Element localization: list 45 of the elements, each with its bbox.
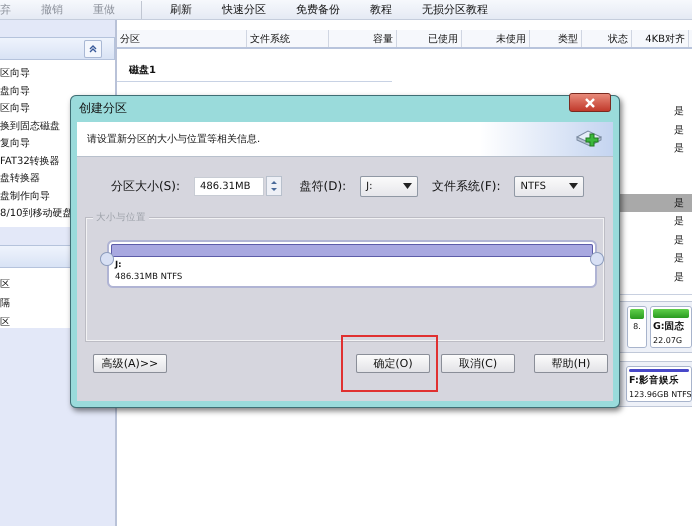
resize-handle[interactable] bbox=[100, 252, 114, 266]
file-system-dropdown[interactable]: NTFS bbox=[514, 176, 584, 196]
sidebar-item[interactable]: 区向导 bbox=[0, 67, 115, 81]
group-label: 大小与位置 bbox=[93, 211, 149, 224]
table-cell-text: 是 bbox=[674, 234, 684, 247]
column-header[interactable]: 类型 bbox=[530, 30, 582, 47]
collapse-button[interactable] bbox=[84, 40, 102, 58]
partition-block[interactable]: F:影音娱乐 123.96GB NTFS bbox=[626, 366, 692, 402]
dialog-button[interactable]: 高级(A)>> bbox=[93, 354, 167, 373]
dialog-button[interactable]: 确定(O) bbox=[356, 354, 430, 373]
partition-detail: 486.31MB NTFS bbox=[115, 272, 184, 282]
dialog-button[interactable]: 取消(C) bbox=[441, 354, 515, 373]
column-header[interactable]: 容量 bbox=[329, 30, 397, 47]
close-button[interactable] bbox=[569, 93, 611, 112]
drive-letter-label: 盘符(D): bbox=[300, 178, 346, 194]
dropdown-arrow-icon bbox=[569, 183, 578, 189]
toolbar-button[interactable]: 免费备份 bbox=[296, 2, 340, 17]
partition-block[interactable]: 8. bbox=[627, 306, 647, 348]
column-header[interactable]: 已使用 bbox=[397, 30, 462, 47]
column-header[interactable]: 未使用 bbox=[462, 30, 530, 47]
table-cell-text: 是 bbox=[674, 196, 684, 210]
column-header[interactable]: 4KB对齐 bbox=[632, 30, 689, 47]
dialog-button[interactable]: 帮助(H) bbox=[534, 354, 608, 373]
column-header[interactable]: 状态 bbox=[582, 30, 632, 47]
sidebar-item[interactable]: 盘向导 bbox=[0, 84, 115, 98]
size-field[interactable]: 486.31MB bbox=[194, 176, 264, 196]
drive-letter-dropdown[interactable]: J: bbox=[360, 176, 418, 196]
toolbar-button[interactable]: 刷新 bbox=[170, 2, 192, 17]
column-header[interactable]: 分区 bbox=[117, 30, 247, 47]
size-label: 分区大小(S): bbox=[111, 178, 180, 194]
disk-label: 磁盘1 bbox=[129, 64, 156, 78]
toolbar-button[interactable]: 快速分区 bbox=[222, 2, 266, 17]
close-icon bbox=[584, 98, 596, 108]
file-system-label: 文件系统(F): bbox=[432, 178, 500, 194]
column-header[interactable]: 文件系统 bbox=[247, 30, 329, 47]
partition-block[interactable]: G:固态 22.07G bbox=[650, 306, 692, 348]
spin-button[interactable] bbox=[266, 176, 282, 196]
dialog-title: 创建分区 bbox=[78, 100, 127, 118]
resize-handle[interactable] bbox=[590, 252, 604, 266]
toolbar-button[interactable]: 无损分区教程 bbox=[422, 2, 488, 17]
toolbar-button[interactable]: 教程 bbox=[370, 2, 392, 17]
chevron-up-icon bbox=[88, 44, 98, 54]
dropdown-arrow-icon bbox=[403, 183, 412, 189]
dialog-description: 请设置新分区的大小与位置等相关信息. bbox=[87, 132, 260, 146]
partition-letter: J: bbox=[115, 260, 123, 270]
